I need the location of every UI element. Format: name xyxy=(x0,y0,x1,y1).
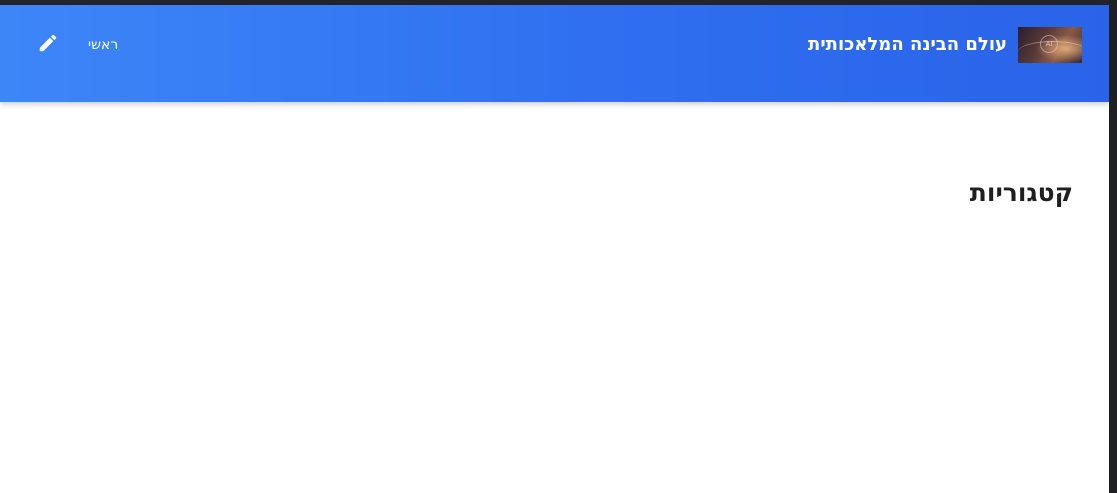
window-right-edge xyxy=(1109,0,1117,493)
site-brand[interactable]: AI עולם הבינה המלאכותית xyxy=(808,27,1082,63)
main-content: קטגוריות xyxy=(0,102,1109,493)
site-header: AI עולם הבינה המלאכותית ראשי xyxy=(0,5,1109,102)
logo-badge: AI xyxy=(1040,35,1058,53)
edit-button[interactable] xyxy=(34,29,62,57)
categories-heading: קטגוריות xyxy=(969,178,1073,207)
nav-home-link[interactable]: ראשי xyxy=(88,36,118,54)
site-title[interactable]: עולם הבינה המלאכותית xyxy=(808,27,1007,63)
site-logo[interactable]: AI xyxy=(1018,27,1082,63)
pencil-icon xyxy=(39,34,57,52)
